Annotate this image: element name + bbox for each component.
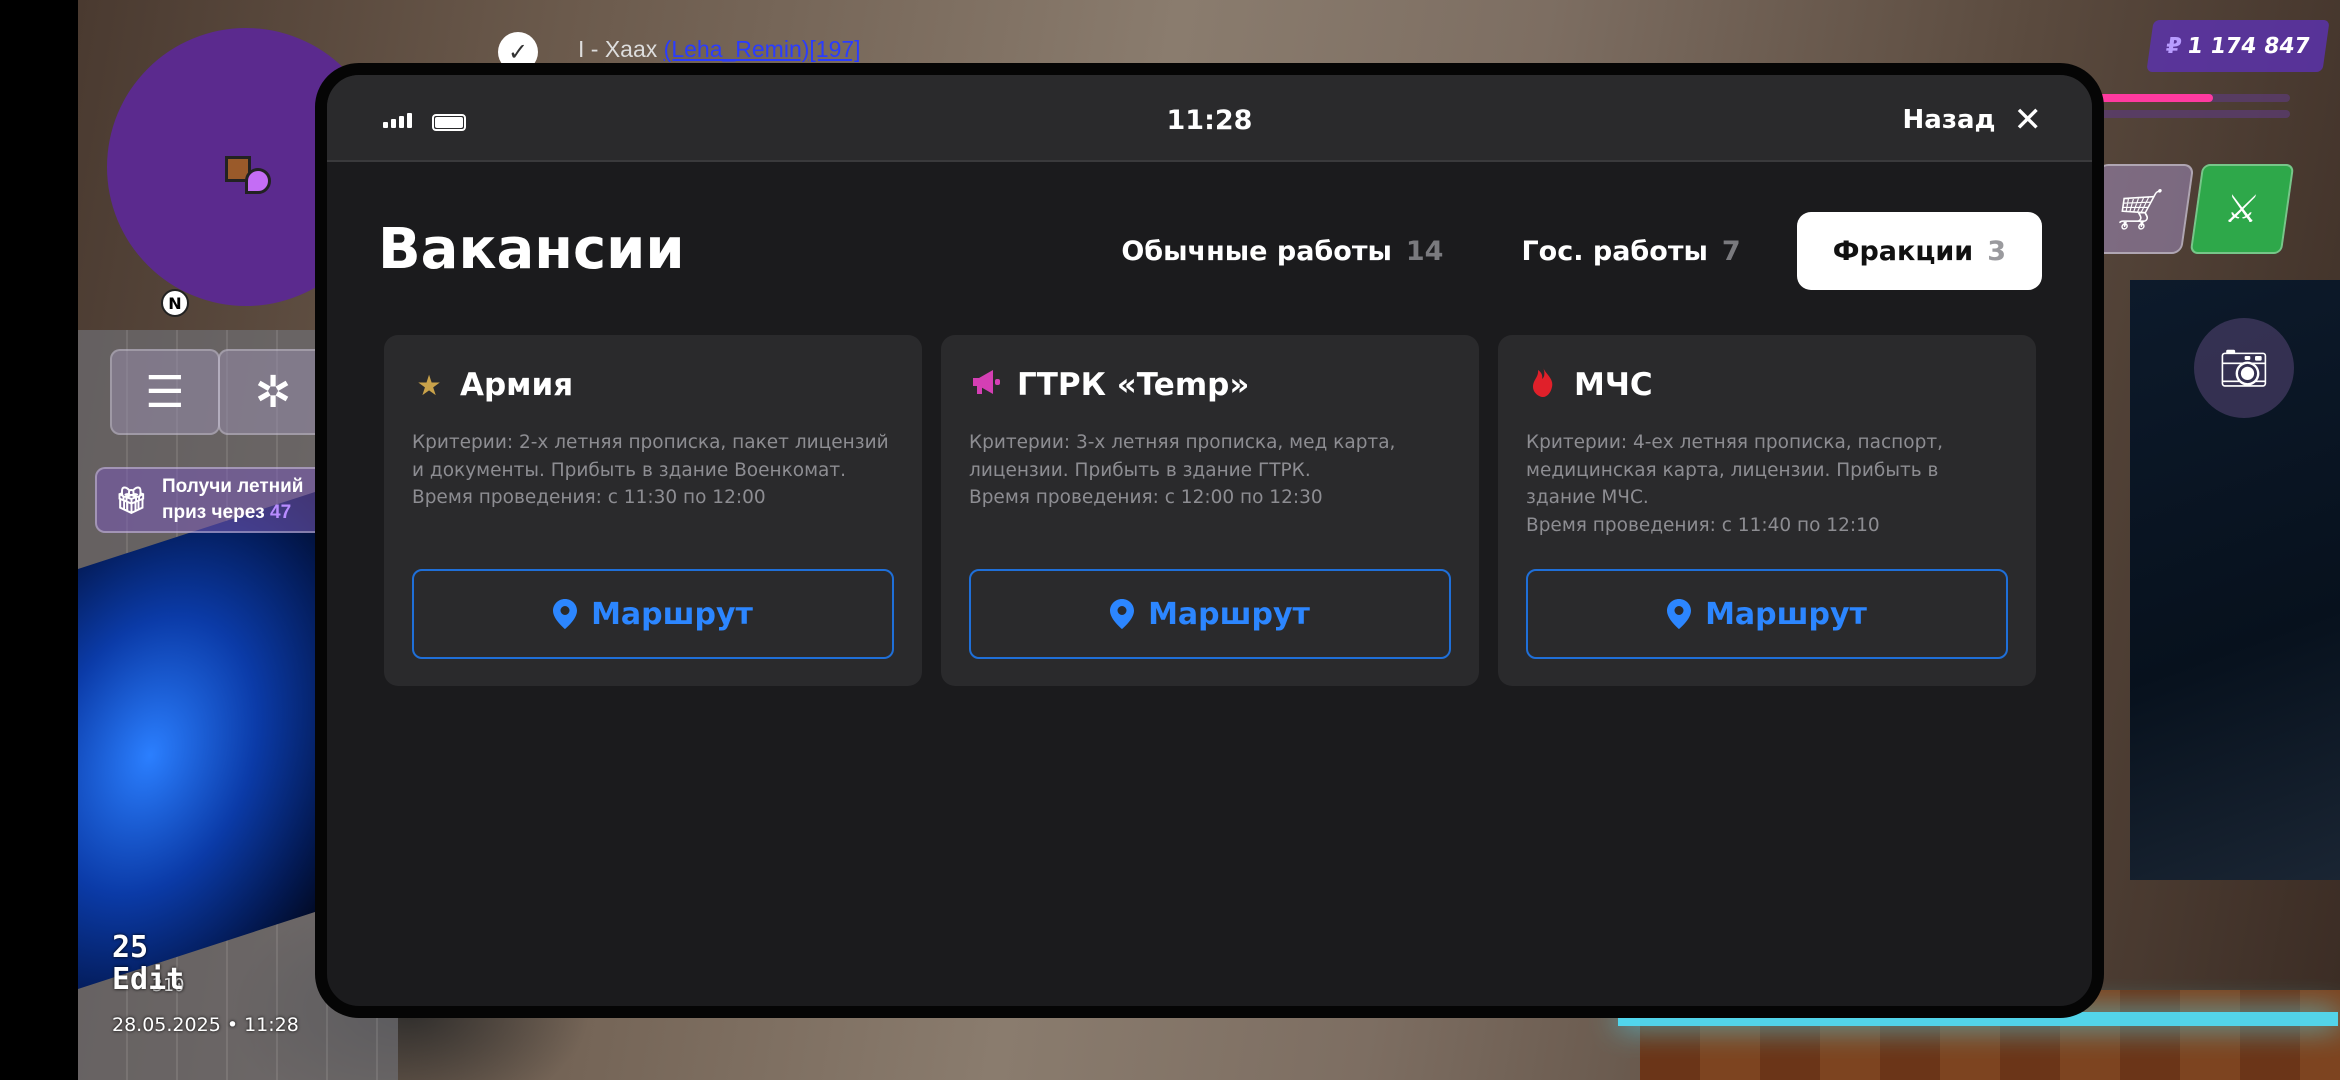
gift-icon: 🎁︎ bbox=[115, 485, 149, 515]
vacancy-time: Время проведения: с 11:40 по 12:10 bbox=[1526, 514, 1880, 536]
route-button[interactable]: Маршрут bbox=[969, 569, 1451, 659]
cart-icon: 🛒︎ bbox=[2111, 186, 2169, 233]
vacancy-time: Время проведения: с 11:30 по 12:00 bbox=[412, 487, 766, 508]
page-title: Вакансии bbox=[378, 217, 685, 282]
tab-count: 7 bbox=[1721, 235, 1741, 267]
chat-nick[interactable]: (Leha_Remin)[197] bbox=[664, 36, 861, 62]
tab-count: 14 bbox=[1405, 235, 1444, 267]
tab-label: Обычные работы bbox=[1121, 235, 1392, 267]
tab-count: 3 bbox=[1987, 235, 2006, 267]
vacancy-criteria: Критерии: 3-х летняя прописка, мед карта… bbox=[969, 432, 1396, 481]
vacancy-title: Армия bbox=[460, 367, 574, 403]
phone-clock: 11:28 bbox=[1166, 105, 1253, 136]
vacancy-criteria: Критерии: 2-х летняя прописка, пакет лиц… bbox=[412, 432, 889, 481]
tab-label: Фракции bbox=[1832, 235, 1974, 267]
megaphone-icon bbox=[969, 369, 1003, 402]
vacancy-card-mchs: МЧС Критерии: 4-ех летняя прописка, пасп… bbox=[1498, 335, 2036, 686]
blue-screen-prop bbox=[78, 491, 318, 989]
vacancy-description: Критерии: 2-х летняя прописка, пакет лиц… bbox=[412, 429, 892, 512]
wheel-button[interactable]: ✲ bbox=[218, 349, 328, 435]
money-display: ₽ 1 174 847 bbox=[2146, 20, 2330, 72]
close-icon[interactable]: ✕ bbox=[2014, 103, 2043, 137]
back-label: Назад bbox=[1902, 105, 1996, 135]
weapon-icon: ⚔ bbox=[2221, 187, 2263, 231]
vacancy-description: Критерии: 3-х летняя прописка, мед карта… bbox=[969, 429, 1449, 512]
phone-window: 11:28 Назад ✕ Вакансии Обычные работы 14… bbox=[315, 63, 2104, 1018]
chat-message: I - Хаах (Leha_Remin)[197] bbox=[578, 36, 861, 63]
location-pin-icon bbox=[1110, 599, 1135, 629]
tab-regular-jobs[interactable]: Обычные работы 14 bbox=[1099, 212, 1465, 290]
summer-prize-banner[interactable]: 🎁︎ Получи летний приз через 47 bbox=[95, 467, 345, 533]
vacancy-card-army: ★ Армия Критерии: 2-х летняя прописка, п… bbox=[384, 335, 922, 686]
vacancy-description: Критерии: 4-ех летняя прописка, паспорт,… bbox=[1526, 429, 2006, 539]
tab-label: Гос. работы bbox=[1521, 235, 1708, 267]
star-icon: ★ bbox=[416, 368, 442, 402]
tab-gov-jobs[interactable]: Гос. работы 7 bbox=[1499, 212, 1762, 290]
vacancy-time: Время проведения: с 12:00 по 12:30 bbox=[969, 487, 1323, 508]
back-button[interactable]: Назад ✕ bbox=[1902, 103, 2043, 137]
chat-prefix: I - Хаах bbox=[578, 36, 658, 62]
location-pin-icon bbox=[1667, 599, 1692, 629]
tab-bar: Обычные работы 14 Гос. работы 7 Фракции … bbox=[1099, 212, 2042, 290]
camera-rotate-icon: 📷︎ bbox=[2218, 345, 2270, 392]
vacancy-card-gtrk: ГТРК «Temp» Критерии: 3-х летняя прописк… bbox=[941, 335, 1479, 686]
prize-line-1: Получи летний bbox=[162, 476, 304, 497]
vacancy-title: МЧС bbox=[1574, 367, 1653, 403]
money-amount: 1 174 847 bbox=[2185, 33, 2312, 59]
fps-counter: 25 bbox=[112, 930, 149, 965]
camera-switch-button[interactable]: 📷︎ bbox=[2194, 318, 2294, 418]
wheel-icon: ✲ bbox=[254, 366, 292, 418]
route-label: Маршрут bbox=[1148, 596, 1310, 632]
route-button[interactable]: Маршрут bbox=[412, 569, 894, 659]
edit-label[interactable]: Edit bbox=[112, 962, 184, 997]
tab-factions[interactable]: Фракции 3 bbox=[1796, 212, 2042, 290]
flame-icon bbox=[1526, 366, 1560, 404]
armor-bar bbox=[2098, 110, 2290, 118]
vacancy-title: ГТРК «Temp» bbox=[1017, 367, 1250, 403]
location-pin-icon bbox=[553, 599, 578, 629]
route-button[interactable]: Маршрут bbox=[1526, 569, 2008, 659]
prize-line-2: приз через 47 bbox=[162, 502, 292, 523]
menu-icon: ☰ bbox=[145, 366, 185, 418]
vacancy-list: ★ Армия Критерии: 2-х летняя прописка, п… bbox=[384, 335, 2036, 686]
date-time: 28.05.2025 • 11:28 bbox=[112, 1014, 299, 1036]
ruble-icon: ₽ bbox=[2164, 33, 2184, 59]
route-label: Маршрут bbox=[591, 596, 753, 632]
menu-button[interactable]: ☰ bbox=[110, 349, 220, 435]
route-label: Маршрут bbox=[1705, 596, 1867, 632]
weapon-button[interactable]: ⚔ bbox=[2189, 164, 2295, 254]
north-indicator: N bbox=[161, 289, 189, 317]
phone-status-bar: 11:28 Назад ✕ bbox=[327, 75, 2092, 162]
vacancy-criteria: Критерии: 4-ех летняя прописка, паспорт,… bbox=[1526, 432, 1943, 508]
health-bar bbox=[2098, 94, 2290, 102]
health-bar-fill bbox=[2098, 94, 2214, 102]
player-marker-icon bbox=[245, 168, 271, 194]
